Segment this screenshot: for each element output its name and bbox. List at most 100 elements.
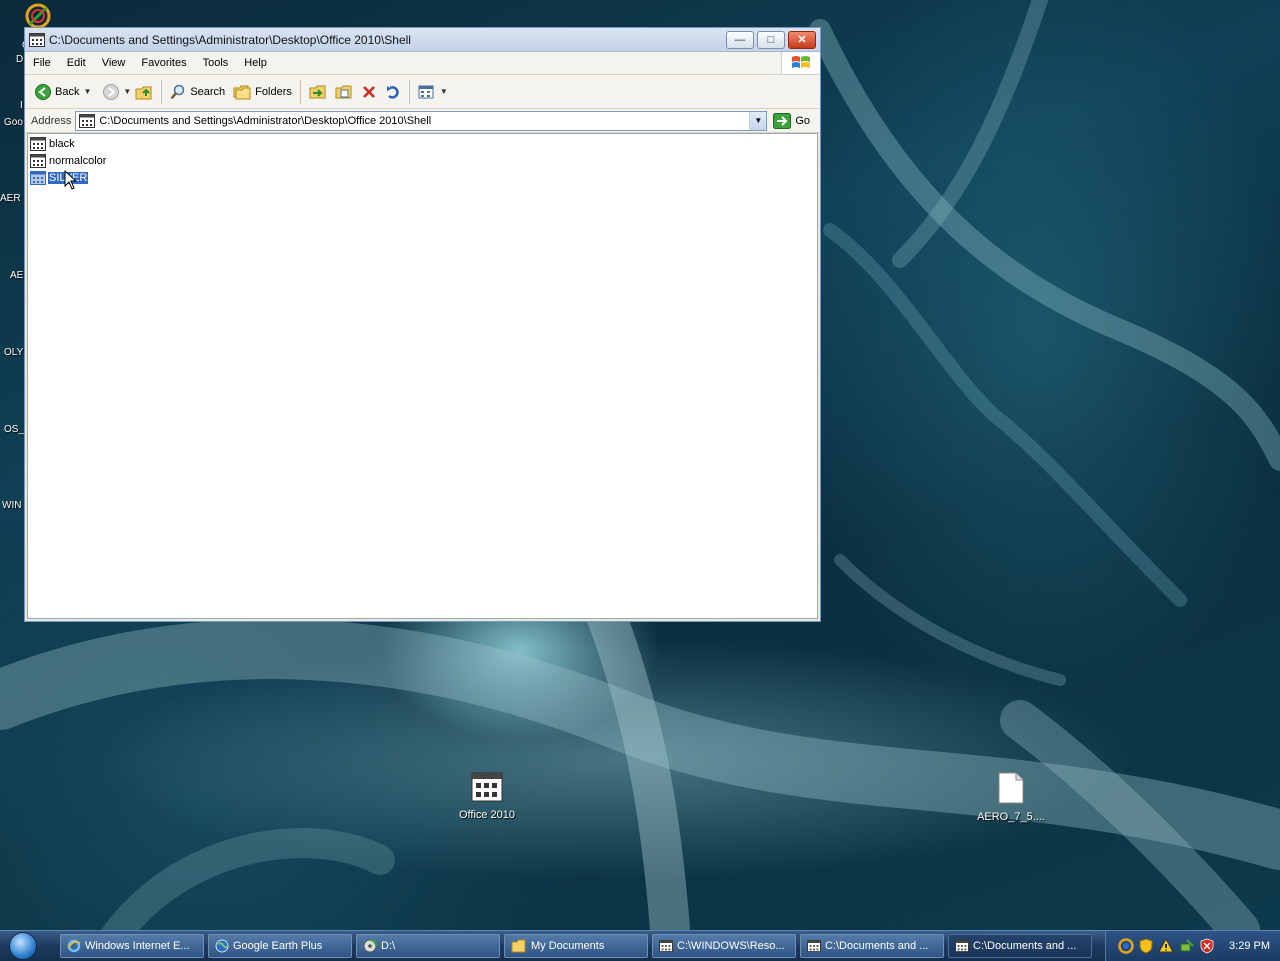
blank-file-icon xyxy=(998,772,1024,804)
chevron-down-icon: ▼ xyxy=(754,116,763,125)
file-name: black xyxy=(49,138,75,150)
desktop-app-icon[interactable] xyxy=(24,2,52,30)
close-button[interactable]: ✕ xyxy=(788,30,816,49)
search-label: Search xyxy=(190,85,226,98)
desktop-icon-label: AERO_7_5.... xyxy=(977,811,1045,823)
taskbar-item-ie[interactable]: Windows Internet E... xyxy=(60,934,204,958)
grid-folder-icon xyxy=(471,772,503,802)
delete-icon xyxy=(362,85,375,98)
views-dropdown-icon: ▼ xyxy=(439,87,448,96)
earth-icon xyxy=(215,939,229,953)
forward-arrow-icon xyxy=(103,83,120,100)
grid-file-icon xyxy=(30,154,46,168)
grid-folder-icon xyxy=(29,32,45,47)
back-arrow-icon xyxy=(35,83,51,100)
file-list[interactable]: black normalcolor SILVER xyxy=(27,133,818,619)
taskbar-item-label: D:\ xyxy=(381,940,396,952)
taskbar-item-documents-1[interactable]: C:\Documents and ... xyxy=(800,934,944,958)
toolbar: Back ▼ ▼ Search Folders ▼ xyxy=(25,75,820,109)
desktop-icon-office-2010[interactable]: Office 2010 xyxy=(442,772,532,821)
address-bar: Address C:\Documents and Settings\Admini… xyxy=(25,109,820,133)
delete-button[interactable] xyxy=(357,82,381,102)
address-value: C:\Documents and Settings\Administrator\… xyxy=(99,114,432,127)
back-button[interactable]: Back xyxy=(31,82,83,102)
taskbar-item-label: C:\WINDOWS\Reso... xyxy=(677,940,785,952)
clock[interactable]: 3:29 PM xyxy=(1229,940,1270,952)
folders-button[interactable]: Folders xyxy=(229,82,296,102)
maximize-button[interactable]: □ xyxy=(757,30,785,49)
taskbar-item-label: C:\Documents and ... xyxy=(825,940,929,952)
taskbar-item-d-drive[interactable]: D:\ xyxy=(356,934,500,958)
toolbar-separator xyxy=(161,79,163,104)
folders-icon xyxy=(233,85,251,99)
file-item-black[interactable]: black xyxy=(30,136,76,152)
safely-remove-hardware-icon[interactable] xyxy=(1179,938,1195,954)
folders-label: Folders xyxy=(255,85,292,98)
antivirus-shield-icon[interactable] xyxy=(1200,938,1214,954)
ie-icon xyxy=(67,939,81,953)
minimize-button[interactable]: — xyxy=(726,30,754,49)
taskbar-item-label: My Documents xyxy=(531,940,605,952)
taskbar-item-documents-2[interactable]: C:\Documents and ... xyxy=(948,934,1092,958)
grid-folder-icon xyxy=(659,940,673,952)
menu-bar: File Edit View Favorites Tools Help xyxy=(25,52,820,75)
desktop-label[interactable]: WIN xyxy=(2,500,21,511)
warning-icon[interactable] xyxy=(1158,938,1174,954)
undo-button[interactable] xyxy=(381,82,405,102)
menu-tools[interactable]: Tools xyxy=(195,57,237,69)
taskbar: Windows Internet E... Google Earth Plus … xyxy=(0,930,1280,961)
back-dropdown-icon[interactable]: ▼ xyxy=(83,87,91,96)
taskbar-item-label: Windows Internet E... xyxy=(85,940,190,952)
desktop-icon-aero-file[interactable]: AERO_7_5.... xyxy=(966,772,1056,823)
taskbar-item-label: Google Earth Plus xyxy=(233,940,323,952)
undo-icon xyxy=(386,85,399,99)
menu-view[interactable]: View xyxy=(94,57,134,69)
address-label: Address xyxy=(31,114,72,127)
toolbar-separator xyxy=(299,79,301,104)
desktop-label[interactable]: D xyxy=(16,54,23,65)
taskbar-item-my-documents[interactable]: My Documents xyxy=(504,934,648,958)
desktop-label[interactable]: AER xyxy=(0,193,21,204)
go-arrow-icon xyxy=(773,112,792,129)
start-button[interactable] xyxy=(0,931,46,961)
copy-to-button[interactable] xyxy=(331,82,357,102)
menu-edit[interactable]: Edit xyxy=(59,57,94,69)
menu-favorites[interactable]: Favorites xyxy=(133,57,194,69)
toolbar-separator xyxy=(408,79,410,104)
desktop-icon-label: Office 2010 xyxy=(458,809,516,821)
grid-file-icon xyxy=(30,137,46,151)
up-folder-button[interactable] xyxy=(131,82,157,102)
desktop-label[interactable]: OLY xyxy=(4,347,23,358)
taskbar-item-label: C:\Documents and ... xyxy=(973,940,1077,952)
go-button[interactable]: Go xyxy=(767,112,816,129)
move-to-icon xyxy=(309,85,326,98)
chrome-tray-icon[interactable] xyxy=(1118,938,1134,954)
menu-file[interactable]: File xyxy=(25,57,59,69)
file-name: normalcolor xyxy=(49,155,107,167)
views-button[interactable]: ▼ xyxy=(414,82,452,102)
title-bar[interactable]: C:\Documents and Settings\Administrator\… xyxy=(25,28,820,52)
move-to-button[interactable] xyxy=(305,82,331,102)
taskbar-item-google-earth[interactable]: Google Earth Plus xyxy=(208,934,352,958)
taskbar-item-windows-resources[interactable]: C:\WINDOWS\Reso... xyxy=(652,934,796,958)
desktop-label[interactable]: OS_ xyxy=(4,424,24,435)
grid-folder-icon xyxy=(807,940,821,952)
desktop-label[interactable]: Goo xyxy=(4,117,23,128)
folder-icon xyxy=(511,939,526,953)
file-item-silver[interactable]: SILVER xyxy=(30,170,90,186)
views-icon xyxy=(418,85,434,98)
start-orb-icon xyxy=(9,932,37,960)
desktop-label[interactable]: I xyxy=(20,100,23,111)
address-dropdown-button[interactable]: ▼ xyxy=(749,111,767,130)
file-item-normalcolor[interactable]: normalcolor xyxy=(30,153,107,169)
explorer-window[interactable]: C:\Documents and Settings\Administrator\… xyxy=(24,27,821,622)
security-shield-icon[interactable] xyxy=(1139,938,1153,954)
search-button[interactable]: Search xyxy=(166,82,229,102)
address-input[interactable]: C:\Documents and Settings\Administrator\… xyxy=(75,110,768,131)
windows-logo-icon xyxy=(781,52,820,74)
menu-help[interactable]: Help xyxy=(236,57,275,69)
mouse-cursor-icon xyxy=(64,170,78,190)
forward-button[interactable] xyxy=(99,82,123,102)
desktop-label[interactable]: AE xyxy=(10,270,23,281)
forward-dropdown-icon[interactable]: ▼ xyxy=(123,87,131,96)
